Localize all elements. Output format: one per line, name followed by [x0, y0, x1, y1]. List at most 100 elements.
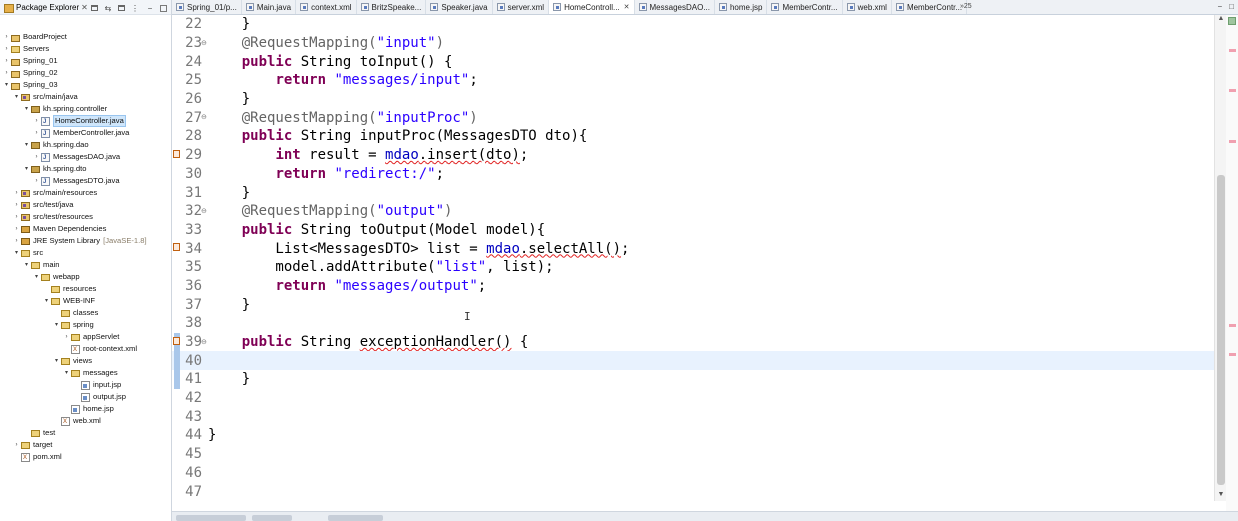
chevron-down-icon[interactable]: ▾: [13, 247, 20, 259]
chevron-down-icon[interactable]: ▾: [3, 79, 10, 91]
editor-tab[interactable]: BritzSpeake...: [357, 0, 427, 14]
bottom-panel-tab[interactable]: [176, 515, 246, 521]
overview-marker[interactable]: [1229, 324, 1236, 327]
code-line[interactable]: 36 return "messages/output";: [172, 277, 1226, 296]
tree-item[interactable]: › BoardProject: [0, 31, 171, 43]
package-explorer-title[interactable]: Package Explorer: [16, 3, 79, 12]
code-line[interactable]: 38: [172, 314, 1226, 333]
chevron-down-icon[interactable]: ▾: [53, 355, 60, 367]
code-line[interactable]: 31 }: [172, 183, 1226, 202]
overview-marker[interactable]: [1229, 89, 1236, 92]
overview-marker[interactable]: [1229, 49, 1236, 52]
tree-item[interactable]: ▾ main: [0, 259, 171, 271]
maximize-icon[interactable]: [160, 4, 167, 12]
code-line[interactable]: 27 ⊖ @RequestMapping("inputProc"): [172, 108, 1226, 127]
code-line[interactable]: 39 ⊖ public String exceptionHandler() {: [172, 332, 1226, 352]
tree-item[interactable]: input.jsp: [0, 379, 171, 391]
editor-tab[interactable]: Main.java: [242, 0, 297, 14]
tree-item[interactable]: ▾ kh.spring.dao: [0, 139, 171, 151]
code-line[interactable]: 35 model.addAttribute("list", list);: [172, 258, 1226, 277]
overview-marker[interactable]: [1229, 140, 1236, 143]
overview-marker[interactable]: [1229, 353, 1236, 356]
chevron-right-icon[interactable]: ›: [13, 211, 20, 223]
chevron-right-icon[interactable]: ›: [13, 235, 20, 247]
code-line[interactable]: 30 return "redirect:/";: [172, 165, 1226, 184]
tree-item[interactable]: › src/test/java: [0, 199, 171, 211]
chevron-down-icon[interactable]: ▾: [63, 367, 70, 379]
tree-item[interactable]: › src/test/resources: [0, 211, 171, 223]
overview-ruler[interactable]: [1226, 15, 1238, 511]
tree-item[interactable]: › MessagesDAO.java: [0, 151, 171, 164]
code-line[interactable]: 46: [172, 464, 1226, 483]
package-explorer-close-icon[interactable]: ✕: [81, 3, 88, 12]
tree-item[interactable]: classes: [0, 307, 171, 319]
editor-vertical-scrollbar[interactable]: ▲ ▼: [1214, 15, 1226, 501]
tree-item[interactable]: › Spring_02: [0, 67, 171, 79]
code-line[interactable]: 33 public String toOutput(Model model){: [172, 221, 1226, 240]
tree-item[interactable]: › Spring_01: [0, 55, 171, 67]
chevron-right-icon[interactable]: ›: [13, 439, 20, 451]
bottom-panel-tab[interactable]: [252, 515, 292, 521]
chevron-down-icon[interactable]: ▾: [33, 271, 40, 283]
bottom-panel-tab[interactable]: [328, 515, 383, 521]
code-line[interactable]: 22 }: [172, 15, 1226, 34]
code-line[interactable]: 26 }: [172, 90, 1226, 109]
code-line[interactable]: 29 int result = mdao.insert(dto);: [172, 146, 1226, 165]
tree-item[interactable]: ▾ src: [0, 247, 171, 259]
chevron-right-icon[interactable]: ›: [3, 55, 10, 67]
chevron-right-icon[interactable]: ›: [33, 151, 40, 163]
editor-tab[interactable]: MessagesDAO...: [635, 0, 715, 14]
editor-tab[interactable]: MemberContr...: [892, 0, 968, 14]
tree-item[interactable]: ▾ spring: [0, 319, 171, 331]
minimize-icon[interactable]: −: [145, 3, 155, 13]
code-line[interactable]: 24 public String toInput() {: [172, 52, 1226, 71]
chevron-down-icon[interactable]: ▾: [23, 163, 30, 175]
maximize-icon[interactable]: □: [1229, 2, 1234, 11]
chevron-right-icon[interactable]: ›: [63, 331, 70, 343]
link-with-editor-icon[interactable]: ⇆: [103, 3, 113, 13]
code-line[interactable]: 40: [172, 351, 1226, 371]
tree-item[interactable]: root-context.xml: [0, 343, 171, 356]
code-line[interactable]: 23 ⊖ @RequestMapping("input"): [172, 34, 1226, 53]
chevron-down-icon[interactable]: ▾: [23, 259, 30, 271]
tree-item[interactable]: ▾ kh.spring.dto: [0, 163, 171, 175]
close-tab-icon[interactable]: ✕: [624, 3, 630, 11]
code-line[interactable]: 47: [172, 482, 1226, 501]
editor-tab[interactable]: HomeControll... ✕: [549, 0, 635, 14]
tree-item[interactable]: resources: [0, 283, 171, 295]
chevron-down-icon[interactable]: ▾: [23, 139, 30, 151]
editor-tab[interactable]: Speaker.java: [426, 0, 493, 14]
collapse-all-icon[interactable]: [91, 5, 98, 11]
code-line[interactable]: 44}: [172, 426, 1226, 445]
tree-item[interactable]: ▾ webapp: [0, 271, 171, 283]
chevron-right-icon[interactable]: ›: [33, 115, 40, 127]
editor-tab[interactable]: Spring_01/p...: [172, 0, 242, 14]
tree-item[interactable]: test: [0, 427, 171, 439]
code-line[interactable]: 34 List<MessagesDTO> list = mdao.selectA…: [172, 239, 1226, 258]
view-menu-icon[interactable]: ⋮: [130, 3, 140, 13]
code-line[interactable]: 43: [172, 407, 1226, 426]
tree-item[interactable]: web.xml: [0, 415, 171, 428]
chevron-down-icon[interactable]: ▾: [13, 91, 20, 103]
fold-icon[interactable]: ⊖: [201, 338, 207, 346]
tree-item[interactable]: ▾ Spring_03: [0, 79, 171, 91]
chevron-right-icon[interactable]: ›: [3, 67, 10, 79]
tree-item[interactable]: › JRE System Library [JavaSE-1.8]: [0, 235, 171, 247]
tree-item[interactable]: › appServlet: [0, 331, 171, 343]
fold-icon[interactable]: ⊖: [201, 207, 207, 215]
chevron-down-icon[interactable]: ▾: [53, 319, 60, 331]
chevron-right-icon[interactable]: ›: [33, 127, 40, 139]
tree-item[interactable]: pom.xml: [0, 451, 171, 464]
chevron-right-icon[interactable]: ›: [33, 175, 40, 187]
chevron-right-icon[interactable]: ›: [13, 187, 20, 199]
editor-tab[interactable]: MemberContr...: [767, 0, 843, 14]
code-editor[interactable]: 22 } 23 ⊖ @RequestMapping("input") 24 publi…: [172, 15, 1226, 511]
fold-icon[interactable]: ⊖: [201, 39, 207, 47]
tree-item[interactable]: › Servers: [0, 43, 171, 55]
chevron-right-icon[interactable]: ›: [13, 223, 20, 235]
minimize-icon[interactable]: −: [1217, 2, 1222, 11]
tree-item[interactable]: › MemberController.java: [0, 127, 171, 140]
tree-item[interactable]: › MessagesDTO.java: [0, 175, 171, 188]
code-line[interactable]: 45: [172, 445, 1226, 464]
tree-item[interactable]: ▾ src/main/java: [0, 91, 171, 103]
